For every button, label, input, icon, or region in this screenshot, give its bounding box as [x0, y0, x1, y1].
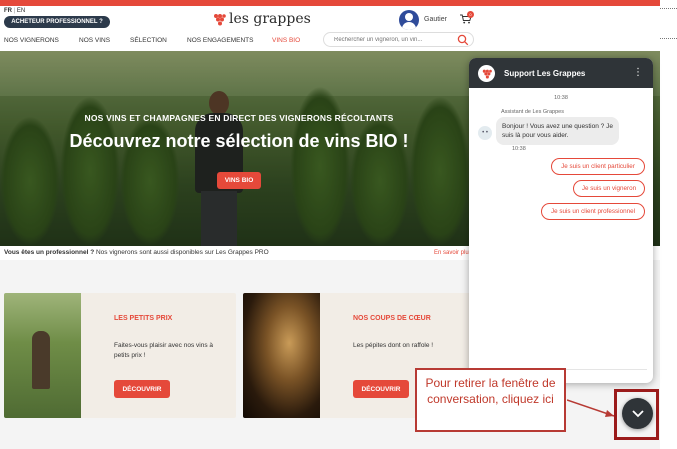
grape-icon	[214, 14, 226, 26]
nav-nos-vignerons[interactable]: NOS VIGNERONS	[4, 37, 59, 44]
dotted-divider	[660, 8, 677, 9]
pro-banner-text: Vous êtes un professionnel ? Nos vignero…	[4, 249, 269, 256]
card-title: LES PETITS PRIX	[114, 315, 173, 322]
message-timestamp: 10:38	[554, 95, 568, 101]
chat-window: Support Les Grappes ⋮ 10:38 Assistant de…	[469, 58, 653, 383]
grape-icon	[482, 69, 492, 79]
search-input[interactable]	[334, 37, 454, 43]
chevron-down-icon	[631, 409, 644, 417]
nav-nos-vins[interactable]: NOS VINS	[79, 37, 110, 44]
nav-vins-bio[interactable]: VINS BIO	[272, 37, 300, 44]
hero-kicker: NOS VINS ET CHAMPAGNES EN DIRECT DES VIG…	[84, 113, 394, 123]
message-timestamp: 10:38	[512, 146, 526, 152]
card-image	[4, 293, 81, 418]
chat-header: Support Les Grappes ⋮	[469, 58, 653, 88]
card-text: Faites-vous plaisir avec nos vins à peti…	[114, 342, 213, 359]
annotation-callout: Pour retirer la fenêtre de conversation,…	[415, 368, 566, 432]
lang-fr[interactable]: FR	[4, 8, 12, 14]
discover-button[interactable]: DÉCOUVRIR	[114, 380, 170, 398]
dotted-divider	[660, 38, 677, 39]
nav-selection[interactable]: SÉLECTION	[130, 37, 167, 44]
chat-logo	[478, 65, 495, 82]
more-options-icon[interactable]: ⋮	[633, 67, 643, 78]
chat-title: Support Les Grappes	[504, 69, 586, 78]
search-icon[interactable]	[457, 34, 469, 46]
bot-name: Assistant de Les Grappes	[501, 109, 564, 115]
cart-badge: 0	[467, 11, 474, 18]
language-switcher: FR | EN	[4, 8, 25, 14]
discover-button[interactable]: DÉCOUVRIR	[353, 380, 409, 398]
bot-avatar: • •	[478, 126, 492, 140]
nav-nos-engagements[interactable]: NOS ENGAGEMENTS	[187, 37, 253, 44]
lang-separator: |	[13, 8, 16, 14]
logo-text: les grappes	[229, 11, 311, 27]
pro-banner-bold: Vous êtes un professionnel ?	[4, 249, 95, 256]
learn-more-link[interactable]: En savoir plu	[434, 250, 469, 256]
option-client-particulier[interactable]: Je suis un client particulier	[551, 158, 645, 175]
hero-title: Découvrez notre sélection de vins BIO !	[69, 131, 409, 151]
card-text: Les pépites dont on raffole !	[353, 342, 434, 349]
top-accent-bar	[0, 0, 660, 6]
pro-banner-body: Nos vignerons sont aussi disponibles sur…	[94, 249, 269, 256]
card-image	[243, 293, 320, 418]
logo[interactable]: les grappes	[213, 11, 311, 27]
card-title: NOS COUPS DE CŒUR	[353, 315, 431, 322]
lang-en[interactable]: EN	[17, 8, 25, 14]
card-petits-prix[interactable]: LES PETITS PRIX Faites-vous plaisir avec…	[4, 293, 236, 418]
chat-minimize-button[interactable]	[622, 398, 653, 429]
vins-bio-button[interactable]: VINS BIO	[217, 172, 261, 189]
pro-buyer-button[interactable]: ACHETEUR PROFESSIONNEL ?	[4, 16, 110, 28]
bot-message: Bonjour ! Vous avez une question ? Je su…	[496, 117, 619, 145]
user-avatar[interactable]	[399, 10, 419, 30]
user-name[interactable]: Gautier	[424, 16, 447, 23]
callout-arrow	[567, 399, 615, 417]
option-vigneron[interactable]: Je suis un vigneron	[573, 180, 645, 197]
option-client-professionnel[interactable]: Je suis un client professionnel	[541, 203, 645, 220]
search-bar[interactable]	[323, 32, 474, 47]
